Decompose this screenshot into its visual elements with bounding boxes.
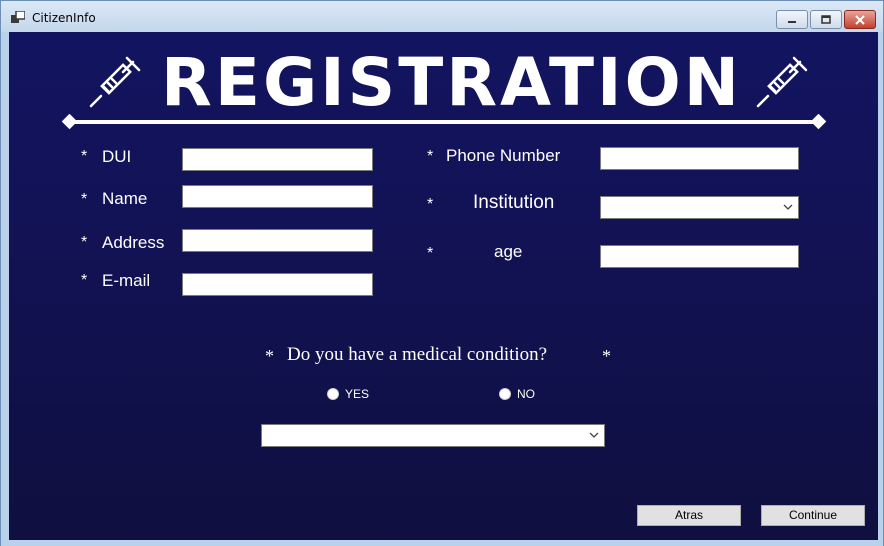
syringe-icon bbox=[756, 56, 808, 108]
maximize-icon bbox=[821, 14, 831, 24]
medical-condition-dropdown[interactable] bbox=[261, 424, 605, 447]
address-label: Address bbox=[102, 233, 165, 252]
radio-button-icon[interactable] bbox=[499, 388, 511, 400]
medical-condition-question: Do you have a medical condition? bbox=[287, 344, 548, 365]
dui-input[interactable] bbox=[182, 148, 373, 171]
dui-label: DUI bbox=[102, 147, 132, 166]
email-label: E-mail bbox=[102, 271, 151, 290]
phone-number-input[interactable] bbox=[600, 147, 799, 170]
institution-dropdown[interactable] bbox=[600, 196, 799, 219]
address-input[interactable] bbox=[182, 229, 373, 252]
close-icon bbox=[855, 14, 865, 25]
required-marker: * bbox=[81, 148, 88, 165]
email-input[interactable] bbox=[182, 273, 373, 296]
app-icon bbox=[11, 11, 25, 23]
required-marker: * bbox=[265, 346, 274, 366]
radio-yes-label: YES bbox=[345, 387, 370, 401]
radio-no[interactable]: NO bbox=[499, 387, 535, 401]
window-title: CitizenInfo bbox=[32, 11, 96, 25]
minimize-icon bbox=[788, 20, 796, 23]
chevron-down-icon bbox=[589, 432, 599, 438]
required-marker: * bbox=[427, 148, 434, 165]
required-marker: * bbox=[427, 196, 434, 213]
app-window: CitizenInfo REGISTRATION * DUI * Name * … bbox=[0, 0, 884, 546]
maximize-button[interactable] bbox=[810, 10, 842, 29]
close-button[interactable] bbox=[844, 10, 876, 29]
window-bottom-border bbox=[1, 540, 883, 546]
back-button[interactable]: Atras bbox=[637, 505, 741, 526]
syringe-icon bbox=[89, 56, 141, 108]
continue-button[interactable]: Continue bbox=[761, 505, 865, 526]
age-input[interactable] bbox=[600, 245, 799, 268]
minimize-button[interactable] bbox=[776, 10, 808, 29]
phone-number-label: Phone Number bbox=[446, 146, 561, 165]
title-underline bbox=[61, 114, 827, 130]
chevron-down-icon bbox=[783, 204, 793, 210]
radio-button-icon[interactable] bbox=[327, 388, 339, 400]
required-marker: * bbox=[602, 346, 611, 366]
age-label: age bbox=[494, 242, 523, 261]
required-marker: * bbox=[81, 191, 88, 208]
required-marker: * bbox=[81, 272, 88, 289]
page-title: REGISTRATION bbox=[161, 44, 742, 121]
name-input[interactable] bbox=[182, 185, 373, 208]
name-label: Name bbox=[102, 189, 148, 208]
required-marker: * bbox=[81, 234, 88, 251]
form-panel: REGISTRATION * DUI * Name * Address * E-… bbox=[9, 32, 878, 540]
radio-yes[interactable]: YES bbox=[327, 387, 369, 401]
required-marker: * bbox=[427, 245, 434, 262]
institution-label: Institution bbox=[473, 192, 555, 213]
title-bar[interactable]: CitizenInfo bbox=[1, 1, 883, 32]
radio-no-label: NO bbox=[517, 387, 535, 401]
